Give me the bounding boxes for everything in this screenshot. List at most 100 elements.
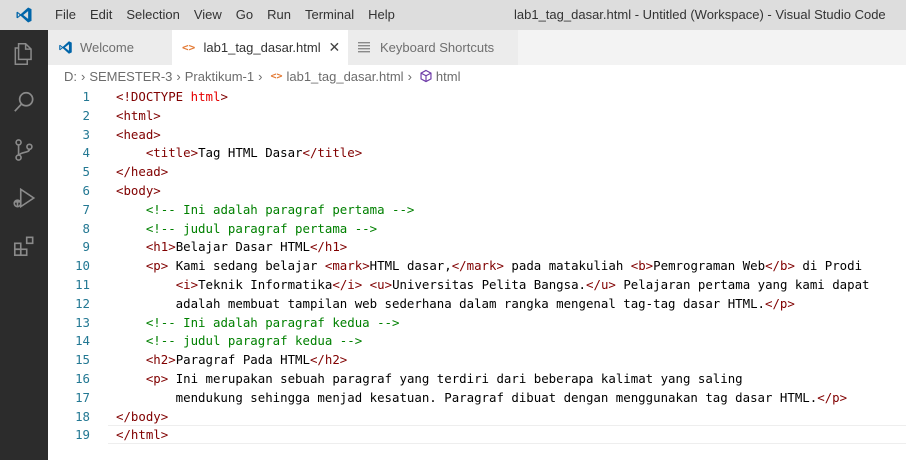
menu-bar: File Edit Selection View Go Run Terminal… [48, 0, 402, 30]
code-text: <!-- Ini adalah paragraf pertama --> [145, 201, 415, 217]
line-number: 19 [75, 427, 90, 443]
code-text: </head> [116, 164, 169, 180]
line-number: 12 [75, 295, 90, 311]
line-number: 14 [75, 333, 90, 349]
code-line[interactable]: 12 adalah membuat tampilan web sederhana… [48, 294, 906, 313]
line-number: 3 [82, 126, 90, 142]
line-number: 16 [75, 371, 90, 386]
code-line[interactable]: 11 <i>Teknik Informatika</i> <u>Universi… [48, 275, 906, 294]
breadcrumb: D: › SEMESTER-3 › Praktikum-1 › <> lab1_… [48, 65, 906, 87]
html-file-icon: <> [270, 70, 283, 82]
line-number: 18 [75, 408, 90, 424]
breadcrumb-folder[interactable]: Praktikum-1 [185, 69, 254, 84]
line-number: 9 [82, 239, 90, 255]
code-text: </html> [116, 427, 169, 443]
code-text: <i>Teknik Informatika</i> <u>Universitas… [175, 277, 870, 292]
explorer-icon[interactable] [0, 30, 48, 78]
menu-run[interactable]: Run [260, 0, 298, 30]
activity-bar [0, 30, 48, 460]
code-line[interactable]: 15 <h2>Paragraf Pada HTML</h2> [48, 350, 906, 369]
code-line[interactable]: 14 <!-- judul paragraf kedua --> [48, 331, 906, 350]
code-text: <head> [116, 126, 161, 142]
code-line[interactable]: 9 <h1>Belajar Dasar HTML</h1> [48, 237, 906, 256]
current-line-highlight [108, 425, 906, 445]
code-text: <!-- Ini adalah paragraf kedua --> [145, 314, 400, 330]
code-line[interactable]: 16 <p> Ini merupakan sebuah paragraf yan… [48, 369, 906, 388]
source-control-icon[interactable] [0, 126, 48, 174]
code-text: <h2>Paragraf Pada HTML</h2> [145, 352, 348, 368]
menu-selection[interactable]: Selection [119, 0, 186, 30]
code-text: <html> [116, 107, 161, 123]
chevron-right-icon: › [176, 68, 181, 84]
code-line[interactable]: 6 <body> [48, 181, 906, 200]
code-line[interactable]: 13 <!-- Ini adalah paragraf kedua --> [48, 313, 906, 332]
code-line[interactable]: 17 mendukung sehingga menjad kesatuan. P… [48, 388, 906, 407]
code-text: <title>Tag HTML Dasar</title> [145, 145, 363, 161]
code-text: <!DOCTYPE html> [116, 89, 228, 104]
code-line[interactable]: 7 <!-- Ini adalah paragraf pertama --> [48, 200, 906, 219]
code-line[interactable]: 3 <head> [48, 125, 906, 144]
chevron-right-icon: › [81, 68, 86, 84]
line-number: 1 [82, 89, 90, 104]
menu-edit[interactable]: Edit [83, 0, 119, 30]
line-number: 11 [75, 277, 90, 292]
search-icon[interactable] [0, 78, 48, 126]
vscode-icon [58, 40, 80, 56]
code-line[interactable]: 10 <p> Kami sedang belajar <mark>HTML da… [48, 256, 906, 275]
chevron-right-icon: › [407, 68, 412, 84]
code-text: <!-- judul paragraf kedua --> [145, 333, 363, 349]
code-text: <h1>Belajar Dasar HTML</h1> [145, 239, 348, 255]
line-number: 5 [82, 164, 90, 180]
tab-label: lab1_tag_dasar.html [203, 40, 321, 55]
menu-go[interactable]: Go [229, 0, 260, 30]
line-number: 10 [75, 258, 90, 274]
line-number: 15 [75, 352, 90, 368]
close-icon[interactable]: ✕ [321, 39, 348, 56]
code-text: </body> [116, 408, 169, 424]
title-bar: File Edit Selection View Go Run Terminal… [0, 0, 906, 30]
line-number: 13 [75, 314, 90, 330]
line-number: 2 [82, 107, 90, 123]
extensions-icon[interactable] [0, 222, 48, 270]
line-number: 7 [82, 201, 90, 217]
code-line[interactable]: 18 </body> [48, 407, 906, 426]
code-line[interactable]: 4 <title>Tag HTML Dasar</title> [48, 143, 906, 162]
code-text: <p> Kami sedang belajar <mark>HTML dasar… [145, 258, 863, 274]
code-line[interactable]: 2 <html> [48, 106, 906, 125]
code-line[interactable]: 19 </html> [48, 425, 906, 445]
line-number: 4 [82, 145, 90, 161]
code-line[interactable]: 1 <!DOCTYPE html> [48, 87, 906, 106]
menu-file[interactable]: File [48, 0, 83, 30]
tab-label: Keyboard Shortcuts [380, 40, 495, 55]
code-line[interactable]: 8 <!-- judul paragraf pertama --> [48, 219, 906, 238]
tab-label: Welcome [80, 40, 134, 55]
tab-keyboard-shortcuts[interactable]: Keyboard Shortcuts [348, 30, 518, 65]
code-text: mendukung sehingga menjad kesatuan. Para… [116, 389, 848, 405]
line-number: 6 [82, 183, 90, 198]
tab-welcome[interactable]: Welcome [48, 30, 172, 65]
vscode-logo-icon [0, 0, 48, 30]
code-text: <p> Ini merupakan sebuah paragraf yang t… [145, 371, 743, 386]
code-text: <!-- judul paragraf pertama --> [145, 220, 378, 236]
menu-view[interactable]: View [187, 0, 229, 30]
code-text: adalah membuat tampilan web sederhana da… [116, 295, 795, 311]
symbol-structure-icon [416, 69, 436, 83]
code-editor[interactable]: 1 <!DOCTYPE html> 2 <html> 3 <head> 4 <title>T… [48, 87, 906, 460]
tab-lab1-tag-dasar[interactable]: <> lab1_tag_dasar.html ✕ [172, 30, 348, 65]
line-number: 17 [75, 389, 90, 405]
menu-terminal[interactable]: Terminal [298, 0, 361, 30]
breadcrumb-symbol[interactable]: html [436, 69, 461, 84]
tab-bar: Welcome <> lab1_tag_dasar.html ✕ Keyboar… [48, 30, 906, 65]
code-text: <body> [116, 183, 161, 198]
window-title: lab1_tag_dasar.html - Untitled (Workspac… [514, 7, 886, 22]
breadcrumb-folder[interactable]: SEMESTER-3 [89, 69, 172, 84]
run-debug-icon[interactable] [0, 174, 48, 222]
menu-help[interactable]: Help [361, 0, 402, 30]
chevron-right-icon: › [258, 68, 263, 84]
code-line[interactable]: 5 </head> [48, 162, 906, 181]
breadcrumb-file[interactable]: lab1_tag_dasar.html [286, 69, 403, 84]
html-file-icon: <> [182, 41, 196, 54]
breadcrumb-drive[interactable]: D: [64, 69, 77, 84]
keyboard-shortcuts-icon [358, 40, 380, 56]
line-number: 8 [82, 220, 90, 236]
